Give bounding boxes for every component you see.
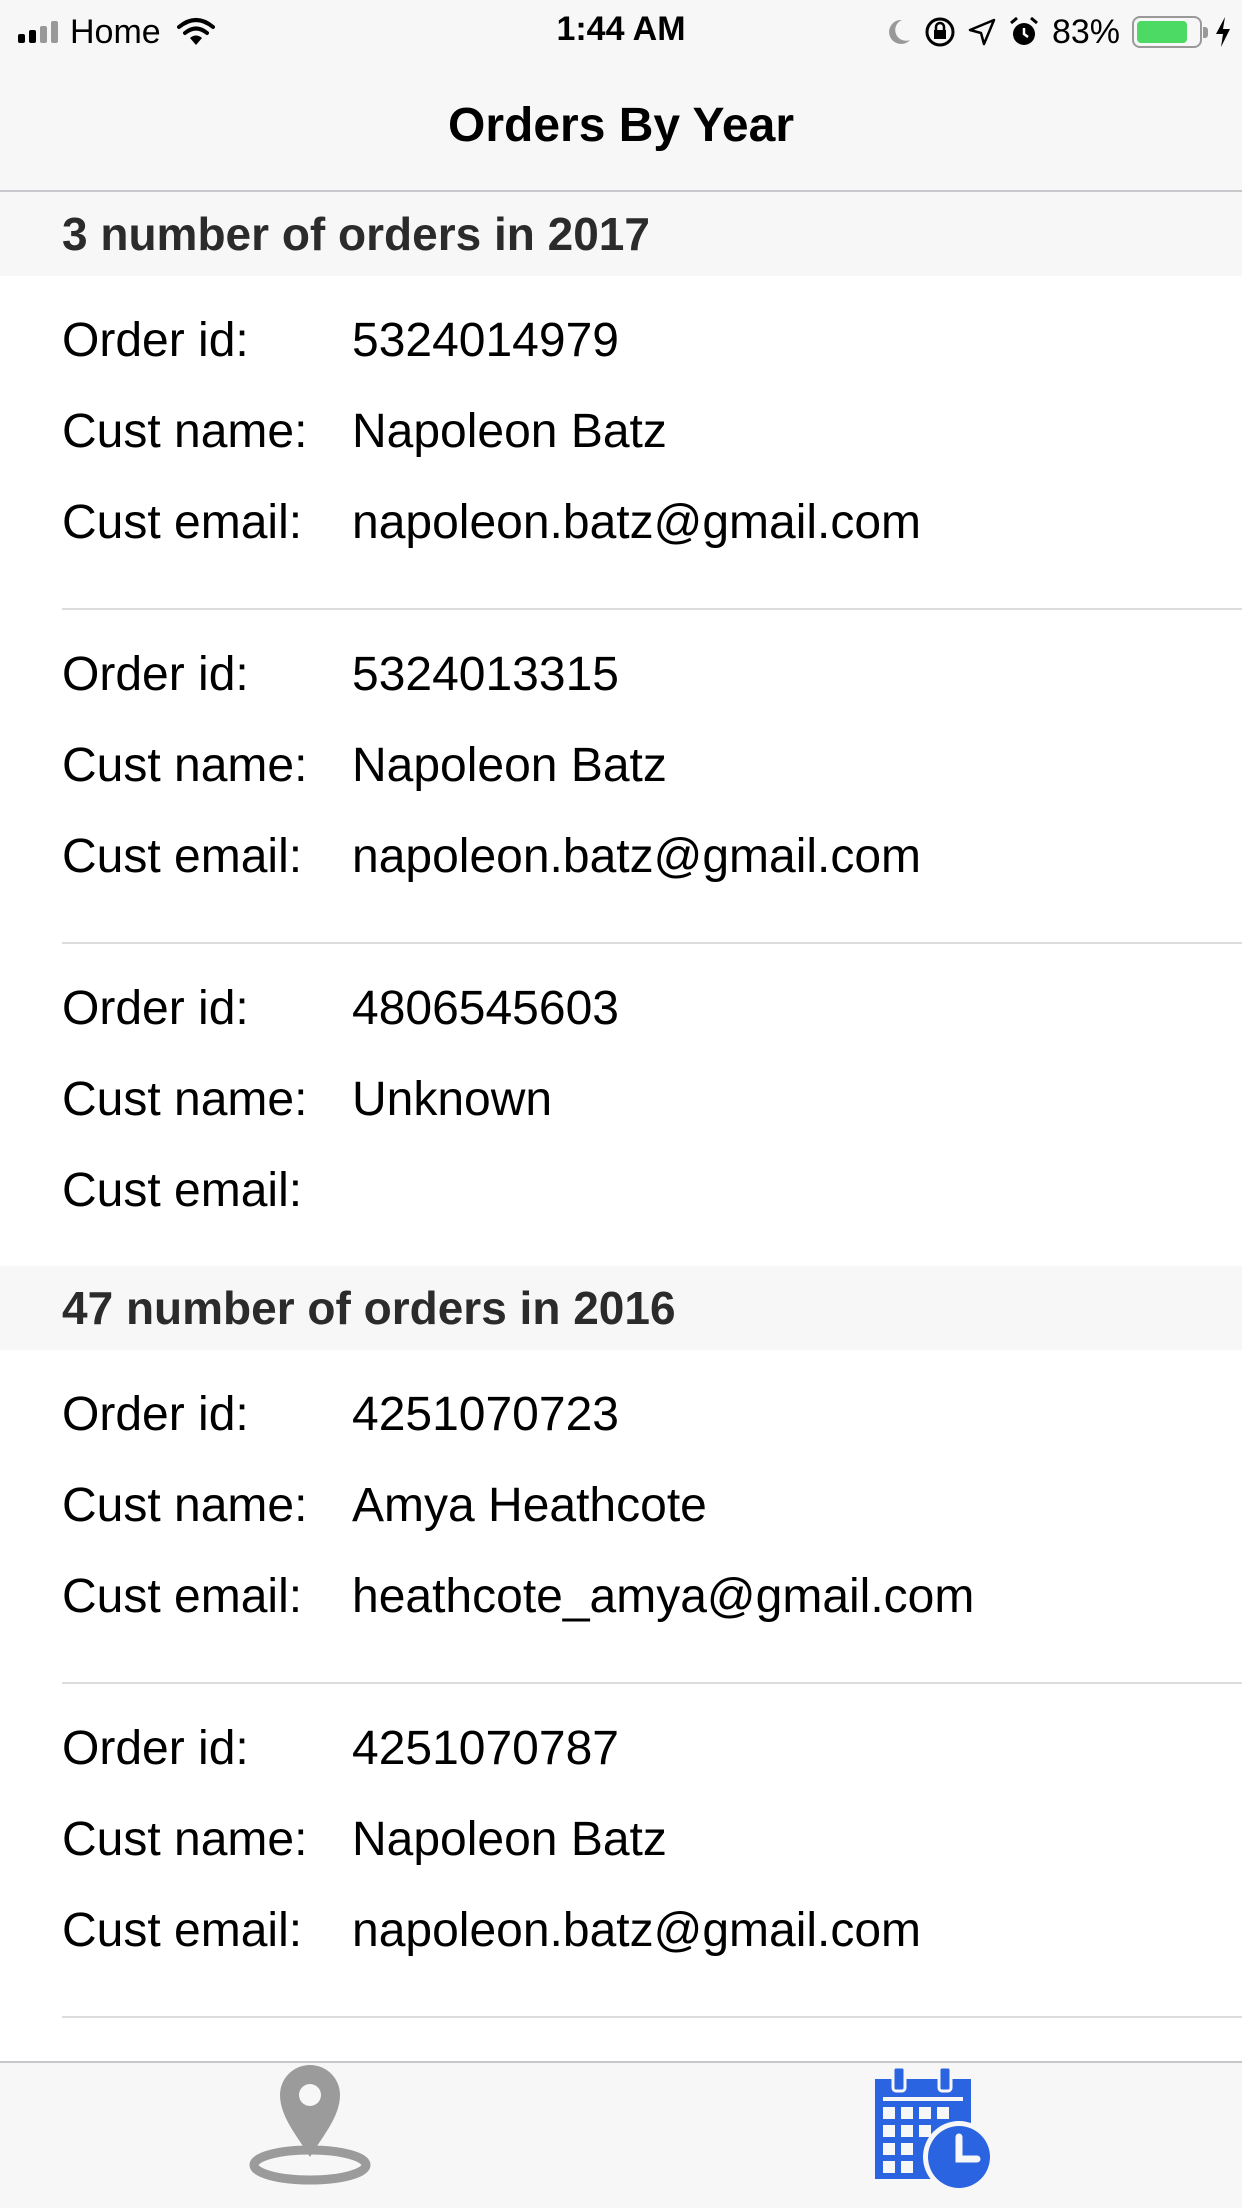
calendar-clock-icon: [875, 2065, 995, 2193]
cust-email-row: Cust email: napoleon.batz@gmail.com: [62, 492, 921, 552]
order-id-label: Order id:: [62, 313, 249, 367]
cust-email-value: napoleon.batz@gmail.com: [352, 829, 922, 883]
cust-email-row: Cust email: napoleon.batz@gmail.com: [62, 1900, 921, 1960]
cust-name-label: Cust name:: [62, 1072, 308, 1126]
page-title: Orders By Year: [447, 99, 794, 152]
cust-name-value: Napoleon Batz: [352, 404, 667, 458]
cust-name-row: Cust name: Unknown: [62, 1069, 552, 1129]
order-id-value: 4251070723: [352, 1387, 619, 1441]
cust-name-value: Amya Heathcote: [352, 1478, 707, 1532]
cust-email-value: napoleon.batz@gmail.com: [352, 1903, 922, 1957]
order-id-value: 5324013315: [352, 647, 619, 701]
cust-name-label: Cust name:: [62, 738, 308, 792]
order-id-value: 5324014979: [352, 313, 619, 367]
cust-name-value: Napoleon Batz: [352, 738, 667, 792]
tab-map[interactable]: [0, 2063, 621, 2208]
order-cell[interactable]: Order id: 5324013315 Cust name: Napoleon B…: [0, 610, 1242, 944]
order-cell[interactable]: Order id: 4251070723 Cust name: Amya Heath…: [0, 1350, 1242, 1684]
cust-email-value: heathcote_amya@gmail.com: [352, 1569, 975, 1623]
order-id-value: 4251070787: [352, 1721, 619, 1775]
cust-email-row: Cust email: napoleon.batz@gmail.com: [62, 826, 921, 886]
cust-email-row: Cust email: heathcote_amya@gmail.com: [62, 1566, 974, 1626]
cust-email-row: Cust email:: [62, 1160, 352, 1220]
cust-email-label: Cust email:: [62, 495, 303, 549]
tab-bar: [0, 2061, 1242, 2208]
order-id-row: Order id: 4251070787: [62, 1718, 619, 1778]
order-id-row: Order id: 4806545603: [62, 978, 619, 1038]
order-id-label: Order id:: [62, 1721, 249, 1775]
moon-icon: [889, 19, 910, 44]
cust-name-row: Cust name: Amya Heathcote: [62, 1475, 707, 1535]
order-id-label: Order id:: [62, 1387, 249, 1441]
order-cell[interactable]: Order id: 5324014979 Cust name: Napoleon B…: [0, 276, 1242, 610]
cust-email-label: Cust email:: [62, 1163, 303, 1217]
cust-name-row: Cust name: Napoleon Batz: [62, 1809, 667, 1869]
order-id-row: Order id: 5324014979: [62, 310, 619, 370]
order-cell[interactable]: Order id: 4806545603 Cust name: Unknown Cu…: [0, 944, 1242, 1266]
navigation-bar: Orders By Year: [0, 62, 1242, 192]
orders-list[interactable]: 3 number of orders in 2017 Order id: 5324…: [0, 192, 1242, 2062]
status-bar: Home 1:44 AM 83%: [0, 0, 1242, 62]
section-header-2017: 3 number of orders in 2017: [0, 192, 1242, 276]
order-id-label: Order id:: [62, 981, 249, 1035]
battery-level: [1137, 21, 1187, 43]
cust-name-label: Cust name:: [62, 1812, 308, 1866]
cust-email-value: napoleon.batz@gmail.com: [352, 495, 922, 549]
alarm-icon: [1009, 16, 1038, 45]
cust-email-label: Cust email:: [62, 829, 303, 883]
location-icon: [968, 18, 996, 46]
order-id-label: Order id:: [62, 647, 249, 701]
cust-name-row: Cust name: Napoleon Batz: [62, 401, 667, 461]
cust-name-label: Cust name:: [62, 1478, 308, 1532]
tab-orders-by-year[interactable]: [621, 2063, 1242, 2208]
rotation-lock-icon: [925, 17, 955, 47]
cust-email-label: Cust email:: [62, 1569, 303, 1623]
order-id-value: 4806545603: [352, 981, 619, 1035]
order-cell[interactable]: Order id: 4251070787 Cust name: Napoleon B…: [0, 1684, 1242, 2018]
cust-email-label: Cust email:: [62, 1903, 303, 1957]
battery-icon: [1132, 16, 1208, 48]
map-pin-icon: [249, 2065, 371, 2185]
cust-name-value: Napoleon Batz: [352, 1812, 667, 1866]
cust-name-value: Unknown: [352, 1072, 553, 1126]
order-id-row: Order id: 5324013315: [62, 644, 619, 704]
cust-name-row: Cust name: Napoleon Batz: [62, 735, 667, 795]
order-id-row: Order id: 4251070723: [62, 1384, 619, 1444]
cust-name-label: Cust name:: [62, 404, 308, 458]
battery-percent: 83%: [1051, 12, 1120, 51]
status-bar-right: 83%: [886, 12, 1232, 52]
charging-icon: [1216, 17, 1230, 47]
section-header-2016: 47 number of orders in 2016: [0, 1266, 1242, 1350]
